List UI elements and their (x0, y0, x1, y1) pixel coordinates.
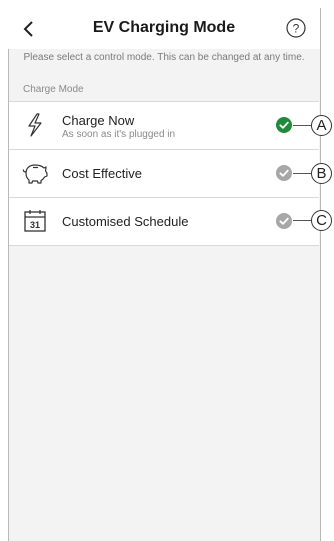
header-bar: EV Charging Mode ? (8, 8, 320, 49)
unselected-check-icon (276, 213, 292, 229)
question-circle-icon[interactable]: ? (286, 18, 306, 38)
callout-b: B (311, 163, 332, 184)
callout-a: A (311, 115, 332, 136)
section-label: Charge Mode (23, 84, 84, 95)
calendar-31-icon: 31 (24, 210, 46, 232)
callout-line-b (293, 173, 311, 174)
charge-mode-list: Charge Now As soon as it's plugged in Co… (9, 101, 319, 246)
callout-line-c (293, 220, 311, 221)
lightning-bolt-icon (28, 113, 42, 137)
callout-c: C (311, 210, 332, 231)
svg-text:?: ? (293, 22, 300, 36)
option-customised-schedule[interactable]: 31 Customised Schedule (9, 198, 319, 246)
option-charge-now[interactable]: Charge Now As soon as it's plugged in (9, 102, 319, 150)
unselected-check-icon (276, 165, 292, 181)
option-title: Charge Now (62, 113, 135, 128)
option-title: Customised Schedule (62, 214, 189, 229)
selected-check-icon (276, 117, 292, 133)
option-cost-effective[interactable]: Cost Effective (9, 150, 319, 198)
instruction-text: Please select a control mode. This can b… (23, 52, 305, 63)
calendar-day-number: 31 (30, 220, 40, 230)
option-title: Cost Effective (62, 166, 142, 181)
option-subtitle: As soon as it's plugged in (62, 129, 176, 140)
page-title: EV Charging Mode (92, 19, 236, 36)
piggy-bank-icon (22, 164, 48, 184)
callout-line-a (293, 125, 311, 126)
